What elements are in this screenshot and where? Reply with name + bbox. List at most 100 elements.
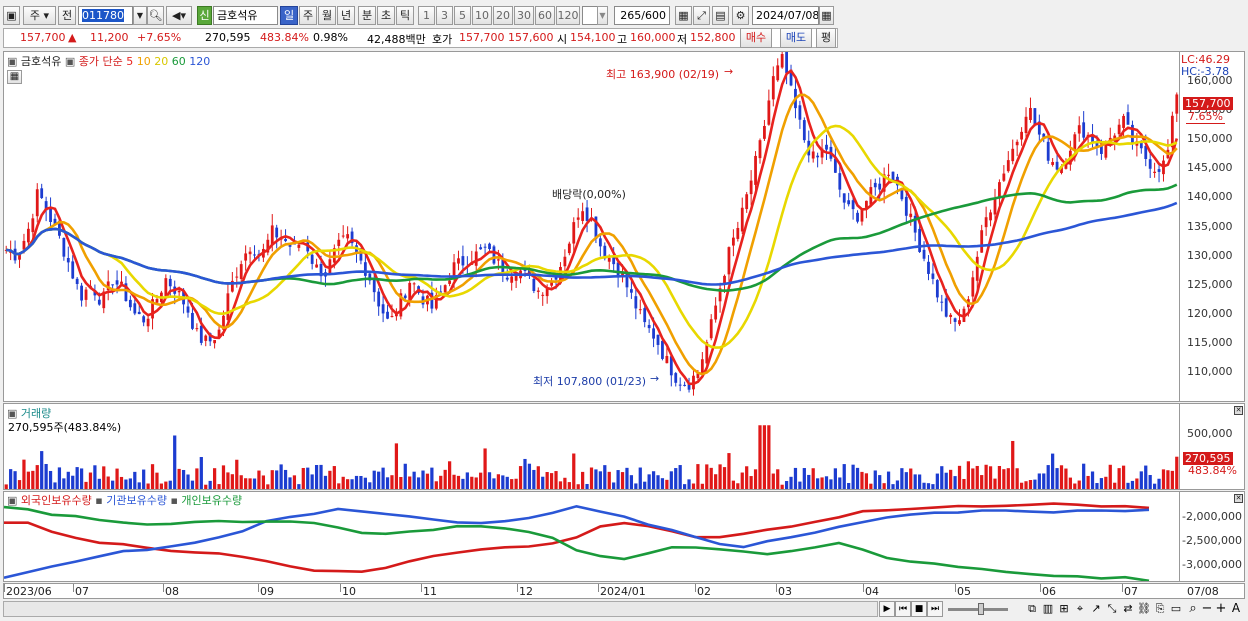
scroll-end-button[interactable]: ⏭ <box>927 601 943 617</box>
overlay-icon[interactable]: ⊞ <box>1057 602 1071 615</box>
volume-bar <box>323 475 328 489</box>
crosshair-icon[interactable]: ⌖ <box>1073 602 1087 616</box>
volume-bar <box>820 477 824 489</box>
chart-layout-button[interactable]: ▦ <box>7 70 22 84</box>
volume-bar <box>492 478 496 489</box>
chart-type-icon[interactable]: ▥ <box>1041 602 1055 615</box>
period-month-button[interactable]: 월 <box>318 6 336 25</box>
table-button[interactable]: ▤ <box>712 6 729 25</box>
speaker-button[interactable]: ◀▾ <box>166 6 192 25</box>
link-icon[interactable]: ⛓ <box>1137 602 1151 615</box>
candle-body <box>1077 125 1081 134</box>
interval-1-button[interactable]: 1 <box>418 6 435 25</box>
volume-bar <box>793 467 798 489</box>
candle-body <box>479 247 483 250</box>
x-label-8: 02 <box>697 585 711 598</box>
holdings-tick-2500000: -2,500,000 <box>1182 534 1242 547</box>
interval-dropdown-button[interactable]: ▼ <box>597 6 608 25</box>
zoom-slider-handle[interactable] <box>978 603 984 615</box>
volume-bar <box>1033 479 1037 489</box>
interval-3-button[interactable]: 3 <box>436 6 453 25</box>
trend-icon[interactable]: ↗ <box>1089 602 1103 615</box>
volume-bar <box>714 474 718 489</box>
zoom-out-icon[interactable]: − <box>1200 601 1214 616</box>
stock-code-input[interactable]: 011780 <box>78 6 133 25</box>
volume-bar <box>833 468 837 489</box>
x-separator <box>258 584 259 592</box>
settings-button[interactable]: ⚙ <box>732 6 749 25</box>
compare-chart-icon[interactable]: ⇄ <box>1121 602 1135 615</box>
data-count-input[interactable]: 265/600 <box>614 6 670 25</box>
code-dropdown-button[interactable]: ▼ <box>133 6 147 25</box>
period-week-button[interactable]: 주 <box>299 6 317 25</box>
zoom-in-icon[interactable]: + <box>1214 601 1228 616</box>
font-size-icon[interactable]: A <box>1229 601 1243 615</box>
calendar-button[interactable]: ▦ <box>819 6 834 25</box>
price-tick-10: 110,000 <box>1187 364 1233 378</box>
x-axis-end-label: 07/08 <box>1187 585 1219 598</box>
interval-20-button[interactable]: 20 <box>493 6 513 25</box>
split-view-icon[interactable]: ⧉ <box>1025 602 1039 616</box>
buy-button[interactable]: 매수 <box>740 28 772 48</box>
volume-bar <box>886 471 891 489</box>
interval-60-button[interactable]: 60 <box>535 6 555 25</box>
interval-30-button[interactable]: 30 <box>514 6 534 25</box>
stock-code-value: 011780 <box>82 9 124 22</box>
period-day-button[interactable]: 일 <box>280 6 298 25</box>
high-arrow-icon: → <box>724 65 734 78</box>
volume-bar <box>589 467 594 489</box>
sell-button[interactable]: 매도 <box>780 28 812 48</box>
date-input[interactable]: 2024/07/08 <box>752 6 819 25</box>
volume-bar <box>310 474 314 489</box>
interval-5-button[interactable]: 5 <box>454 6 471 25</box>
prev-toggle-button[interactable]: 전 <box>58 6 76 25</box>
candle-body <box>128 299 132 308</box>
interval-120-button[interactable]: 120 <box>556 6 580 25</box>
volume-bar <box>319 464 323 489</box>
scroll-right-button[interactable]: ▶ <box>879 601 895 617</box>
period-second-button[interactable]: 초 <box>377 6 395 25</box>
legend-ma10: 10 <box>136 55 151 68</box>
fit-icon[interactable]: ⤡ <box>1105 602 1119 616</box>
volume-bar <box>900 468 904 489</box>
period-tick-button[interactable]: 틱 <box>396 6 414 25</box>
candle-body <box>811 151 815 159</box>
period-year-button[interactable]: 년 <box>337 6 355 25</box>
candle-body <box>62 237 66 257</box>
candle-body <box>1002 173 1006 181</box>
candle-body <box>763 125 766 139</box>
volume-bar <box>57 467 62 489</box>
candle-body <box>634 296 638 309</box>
candle-body <box>443 285 447 293</box>
candle-body <box>488 243 491 250</box>
interval-10-button[interactable]: 10 <box>472 6 492 25</box>
screen-icon[interactable]: ▭ <box>1169 602 1183 615</box>
volume-bar <box>106 476 110 489</box>
horizontal-scrollbar[interactable] <box>3 601 878 617</box>
chart-menu-button[interactable]: ▣ <box>3 6 20 25</box>
search-button[interactable]: 🔍︎ <box>147 6 164 25</box>
avg-price-button[interactable]: 평 <box>816 28 836 48</box>
volume-bar <box>691 483 696 489</box>
volume-bar <box>1152 483 1157 489</box>
compare-button[interactable]: ⤢ <box>693 6 710 25</box>
x-label-9: 03 <box>778 585 792 598</box>
stock-mode-select[interactable]: 주 ▾ <box>23 6 56 25</box>
volume-bar <box>443 469 447 489</box>
scroll-start-button[interactable]: ⏮ <box>895 601 911 617</box>
volume-bar <box>505 476 509 489</box>
stop-button[interactable]: ■ <box>911 601 927 617</box>
holdings-close-button[interactable]: ✕ <box>1234 494 1243 503</box>
price-tick-9: 115,000 <box>1187 335 1233 349</box>
period-minute-button[interactable]: 분 <box>358 6 376 25</box>
zoom-icon[interactable]: ⌕ <box>1186 601 1200 616</box>
capture-icon[interactable]: ⎘ <box>1153 602 1167 616</box>
prev-label: 전 <box>61 9 73 22</box>
chart-tools-button[interactable]: ▦ <box>675 6 692 25</box>
stock-name-field[interactable]: 금호석유 <box>213 6 278 25</box>
volume-bar <box>483 448 487 489</box>
volume-close-button[interactable]: ✕ <box>1234 406 1243 415</box>
candle-body <box>133 303 137 314</box>
volume-bar <box>124 479 128 489</box>
x-label-11: 05 <box>957 585 971 598</box>
